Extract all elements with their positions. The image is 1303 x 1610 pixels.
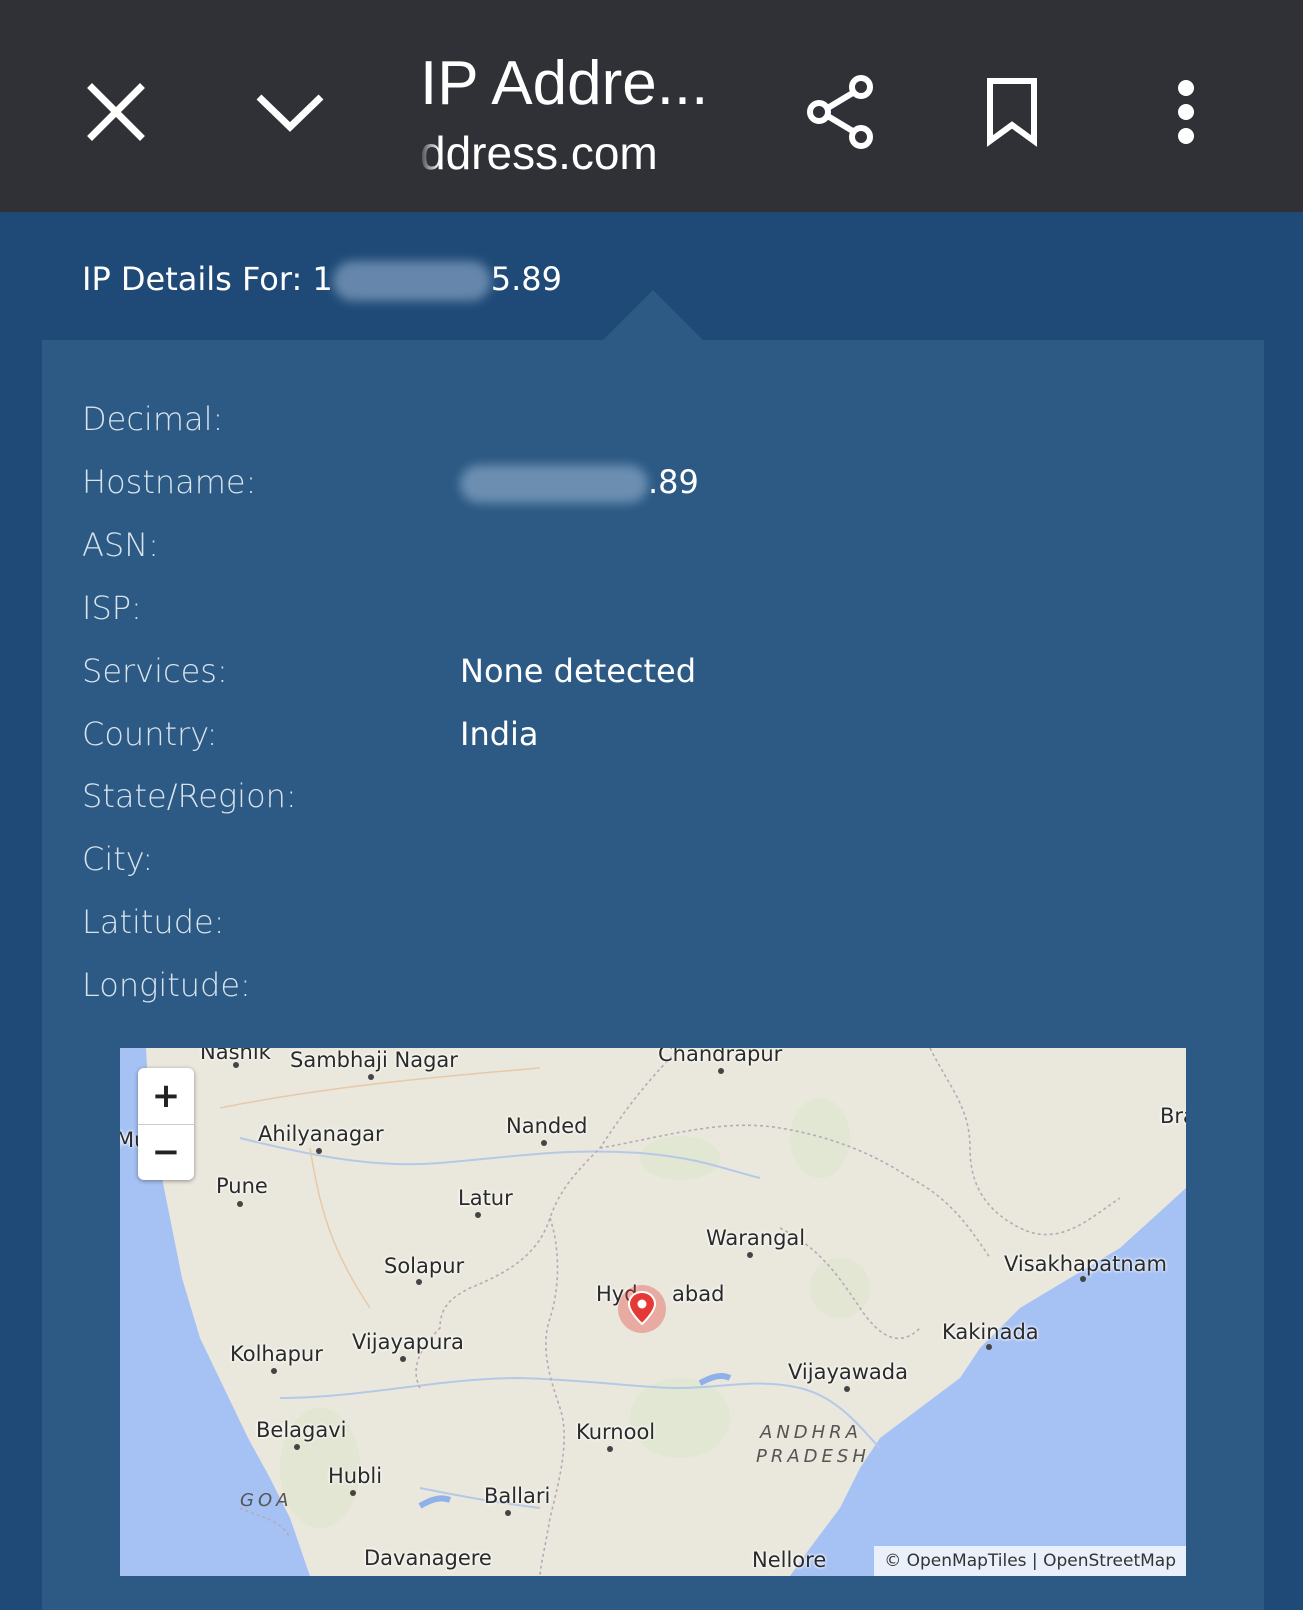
location-map[interactable]: Nashik Sambhaji Nagar Chandrapur Bra Mu … (120, 1048, 1186, 1576)
map-dot-solapur (416, 1279, 422, 1285)
map-dot-nanded (541, 1140, 547, 1146)
map-label-nanded: Nanded (506, 1114, 588, 1138)
map-label-ahilyanagar: Ahilyanagar (258, 1122, 384, 1146)
map-label-warangal: Warangal (706, 1226, 806, 1250)
page-url: ddress.com (420, 127, 658, 179)
minimize-button[interactable] (240, 62, 340, 162)
more-vert-icon (1178, 80, 1194, 144)
bookmark-icon (987, 78, 1037, 147)
map-dot-belagavi (294, 1444, 300, 1450)
map-dot-kakinada (986, 1344, 992, 1350)
row-country: Country: India (82, 709, 1262, 759)
map-label-kakinada: Kakinada (942, 1320, 1039, 1344)
map-dot-ahilyanagar (316, 1148, 322, 1154)
close-icon (87, 83, 145, 141)
map-label-hyderabad-end: abad (672, 1282, 725, 1306)
share-icon (807, 75, 873, 149)
map-label-vijayawada: Vijayawada (788, 1360, 908, 1384)
more-options-button[interactable] (1136, 62, 1236, 162)
services-label: Services: (82, 652, 228, 690)
ip-heading-suffix: 5.89 (490, 260, 563, 298)
map-dot-kurnool (607, 1446, 613, 1452)
url-fade (418, 126, 440, 182)
page-title: IP Addre... (420, 49, 709, 118)
map-dot-vijayawada (844, 1386, 850, 1392)
map-label-chandrapur: Chandrapur (658, 1048, 783, 1066)
hostname-label: Hostname: (82, 463, 257, 501)
latitude-label: Latitude: (82, 903, 225, 941)
redacted-ip (332, 261, 491, 301)
map-zoom-control: + − (138, 1068, 194, 1180)
map-label-davanagere: Davanagere (364, 1546, 492, 1570)
country-label: Country: (82, 715, 218, 753)
zoom-out-button[interactable]: − (138, 1124, 194, 1180)
state-label: State/Region: (82, 777, 297, 815)
map-label-nellore: Nellore (752, 1548, 827, 1572)
row-state: State/Region: (82, 771, 1262, 821)
map-label-belagavi: Belagavi (256, 1418, 347, 1442)
row-hostname: Hostname: .89 (82, 457, 1262, 507)
redacted-hostname (460, 465, 648, 503)
browser-toolbar: IP Addre... ddress.com (0, 0, 1303, 212)
decimal-label: Decimal: (82, 400, 224, 438)
map-label-ballari: Ballari (484, 1484, 551, 1508)
map-label-vijayapura: Vijayapura (352, 1330, 464, 1354)
close-button[interactable] (66, 62, 166, 162)
map-dot-nashik (233, 1062, 239, 1068)
map-dot-kolhapur (271, 1368, 277, 1374)
ip-heading-prefix: IP Details For: 1 (82, 260, 333, 298)
map-dot-chandrapur (718, 1068, 724, 1074)
map-dot-visakhapatnam (1080, 1276, 1086, 1282)
row-asn: ASN: (82, 520, 1262, 570)
longitude-label: Longitude: (82, 966, 251, 1004)
row-decimal: Decimal: (82, 394, 1262, 444)
map-label-solapur: Solapur (384, 1254, 465, 1278)
isp-label: ISP: (82, 589, 142, 627)
map-label-latur: Latur (458, 1186, 513, 1210)
bookmark-button[interactable] (962, 62, 1062, 162)
map-region-andhra: ANDHRA (760, 1422, 862, 1443)
hostname-value-wrap: .89 (460, 457, 699, 507)
share-button[interactable] (790, 62, 890, 162)
map-region-pradesh: PRADESH (756, 1446, 870, 1467)
services-value: None detected (460, 652, 697, 690)
map-dot-latur (475, 1212, 481, 1218)
map-dot-warangal (747, 1252, 753, 1258)
map-label-kolhapur: Kolhapur (230, 1342, 323, 1366)
row-isp: ISP: (82, 583, 1262, 633)
map-dot-vijayapura (400, 1356, 406, 1362)
map-dot-ballari (505, 1510, 511, 1516)
panel-pointer (603, 290, 703, 340)
location-marker-icon[interactable] (617, 1284, 667, 1334)
asn-label: ASN: (82, 526, 159, 564)
country-value: India (460, 715, 539, 753)
map-region-goa: GOA (240, 1490, 293, 1511)
row-longitude: Longitude: (82, 960, 1262, 1010)
map-dot-hubli (350, 1490, 356, 1496)
ip-details-heading: IP Details For: 1 5.89 (82, 254, 562, 304)
map-label-hubli: Hubli (328, 1464, 383, 1488)
map-label-pune: Pune (216, 1174, 268, 1198)
row-services: Services: None detected (82, 646, 1262, 696)
map-dot-pune (237, 1201, 243, 1207)
map-attribution[interactable]: © OpenMapTiles | OpenStreetMap (874, 1546, 1186, 1576)
map-dot-sambhaji-nagar (368, 1074, 374, 1080)
map-label-kurnool: Kurnool (576, 1420, 656, 1444)
zoom-in-button[interactable]: + (138, 1068, 194, 1125)
hostname-value: .89 (648, 463, 699, 501)
map-label-sambhaji-nagar: Sambhaji Nagar (290, 1048, 458, 1072)
city-label: City: (82, 840, 154, 878)
row-latitude: Latitude: (82, 897, 1262, 947)
row-city: City: (82, 834, 1262, 884)
ip-details-panel: Decimal: Hostname: .89 ASN: ISP: Service… (42, 340, 1264, 1610)
map-label-visakhapatnam: Visakhapatnam (1004, 1252, 1167, 1276)
chevron-down-icon (256, 94, 324, 132)
map-label-bra: Bra (1160, 1104, 1186, 1128)
